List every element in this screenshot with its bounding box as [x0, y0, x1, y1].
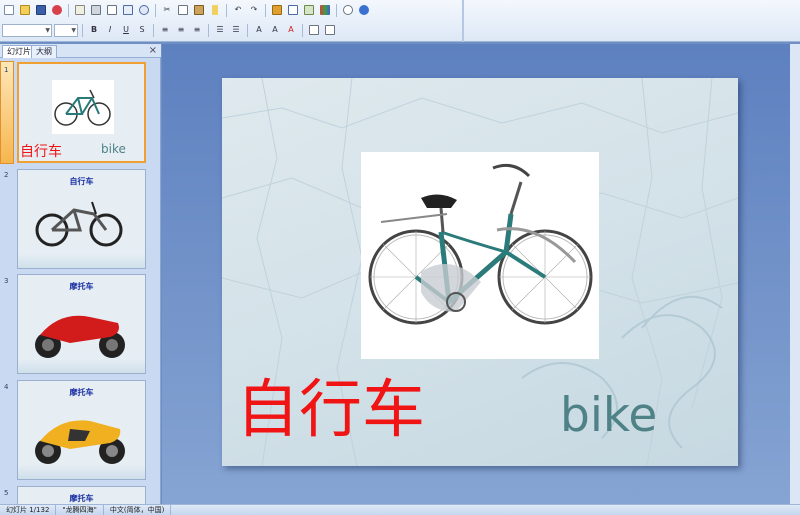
toolbar-separator: [208, 23, 209, 37]
help-icon[interactable]: [357, 3, 371, 17]
toolbar-separator: [155, 3, 156, 17]
toolbar-separator: [302, 23, 303, 37]
slide-thumbnail-4[interactable]: 摩托车: [17, 380, 146, 480]
thumb-title-en: bike: [101, 142, 126, 156]
slide-number: 3: [4, 277, 9, 285]
motorcycle-yellow-icon: [30, 407, 130, 467]
email-icon[interactable]: [73, 3, 87, 17]
selected-slide-highlight: [0, 61, 14, 164]
align-left-icon[interactable]: ≡: [158, 23, 172, 37]
slide-number: 5: [4, 489, 9, 497]
redo-icon[interactable]: ↷: [247, 3, 261, 17]
thumb-footer: [18, 465, 145, 479]
slide-number: 1: [4, 66, 9, 74]
slide-thumbnail-3[interactable]: 摩托车: [17, 274, 146, 374]
formatting-toolbar: ▼ ▼ B I U S ≡ ≡ ≡ ☰ ☰ A A A: [2, 22, 337, 38]
toolbar-edge: [462, 0, 464, 42]
thumb-title: 自行车: [69, 177, 94, 186]
thumb-footer: [18, 254, 145, 268]
slide-thumbnail-1[interactable]: 自行车 bike: [17, 62, 146, 163]
copy-icon[interactable]: [176, 3, 190, 17]
zoom-icon[interactable]: [341, 3, 355, 17]
motorcycle-red-icon: [30, 303, 130, 361]
status-bar: 幻灯片 1/132 "龙腾四海" 中文(简体，中国): [0, 504, 800, 515]
chevron-down-icon: ▼: [71, 26, 76, 34]
new-slide-icon[interactable]: [323, 23, 337, 37]
format-painter-icon[interactable]: [208, 3, 222, 17]
toolbar-separator: [247, 23, 248, 37]
slide-count: 幻灯片 1/132: [0, 505, 57, 515]
close-icon[interactable]: ×: [149, 45, 157, 57]
new-icon[interactable]: [2, 3, 16, 17]
insert-picture-icon[interactable]: [302, 3, 316, 17]
slide-thumbnail-5[interactable]: 摩托车: [17, 486, 146, 506]
thumb-footer: [18, 359, 145, 373]
chevron-down-icon: ▼: [45, 26, 50, 34]
insert-chart-icon[interactable]: [270, 3, 284, 17]
vertical-scrollbar[interactable]: [790, 44, 800, 504]
tab-outline[interactable]: 大纲: [31, 45, 57, 58]
thumb-title: 摩托车: [69, 494, 94, 503]
font-size-select[interactable]: ▼: [54, 23, 78, 37]
font-name-select[interactable]: ▼: [2, 23, 52, 37]
toolbar: ✂ ↶ ↷ ▼ ▼ B I U S ≡ ≡ ≡ ☰ ☰ A A A: [0, 0, 800, 42]
permission-icon[interactable]: [50, 3, 64, 17]
font-color-icon[interactable]: A: [284, 23, 298, 37]
toolbar-separator: [336, 3, 337, 17]
thumb-title: 摩托车: [69, 282, 94, 291]
cut-icon[interactable]: ✂: [160, 3, 174, 17]
italic-icon[interactable]: I: [103, 23, 117, 37]
toolbar-separator: [153, 23, 154, 37]
slide-title-en[interactable]: bike: [560, 392, 657, 439]
print-icon[interactable]: [89, 3, 103, 17]
open-icon[interactable]: [18, 3, 32, 17]
increase-font-icon[interactable]: A: [252, 23, 266, 37]
save-icon[interactable]: [34, 3, 48, 17]
research-icon[interactable]: [137, 3, 151, 17]
language-indicator: 中文(简体，中国): [104, 505, 172, 515]
center-icon[interactable]: ≡: [174, 23, 188, 37]
standard-toolbar: ✂ ↶ ↷: [2, 2, 371, 18]
design-icon[interactable]: [307, 23, 321, 37]
current-slide[interactable]: 自行车 bike: [222, 78, 738, 466]
slide-thumbnail-2[interactable]: 自行车: [17, 169, 146, 269]
thumb-title: 摩托车: [69, 388, 94, 397]
slide-number: 2: [4, 171, 9, 179]
bike-icon: [52, 80, 114, 134]
slide-title-cn[interactable]: 自行车: [236, 378, 425, 441]
numbering-icon[interactable]: ☰: [213, 23, 227, 37]
bullets-icon[interactable]: ☰: [229, 23, 243, 37]
mountain-bike-icon: [32, 192, 128, 250]
insert-table-icon[interactable]: [286, 3, 300, 17]
toolbar-separator: [265, 3, 266, 17]
toolbar-separator: [226, 3, 227, 17]
pane-tabs: 幻灯片 大纲 ×: [0, 44, 161, 58]
print-preview-icon[interactable]: [105, 3, 119, 17]
shadow-icon[interactable]: S: [135, 23, 149, 37]
toolbar-separator: [82, 23, 83, 37]
toolbar-separator: [68, 3, 69, 17]
paste-icon[interactable]: [192, 3, 206, 17]
slide-number: 4: [4, 383, 9, 391]
spelling-icon[interactable]: [121, 3, 135, 17]
bold-icon[interactable]: B: [87, 23, 101, 37]
thumb-title-cn: 自行车: [20, 144, 62, 160]
design-template: "龙腾四海": [56, 505, 104, 515]
align-right-icon[interactable]: ≡: [190, 23, 204, 37]
color-grayscale-icon[interactable]: [318, 3, 332, 17]
decrease-font-icon[interactable]: A: [268, 23, 282, 37]
undo-icon[interactable]: ↶: [231, 3, 245, 17]
underline-icon[interactable]: U: [119, 23, 133, 37]
bike-icon[interactable]: [361, 152, 599, 359]
slides-pane: 幻灯片 大纲 × 1 自行车 bike 2 自行车 3 摩托车 4 摩托车 5 …: [0, 44, 161, 506]
